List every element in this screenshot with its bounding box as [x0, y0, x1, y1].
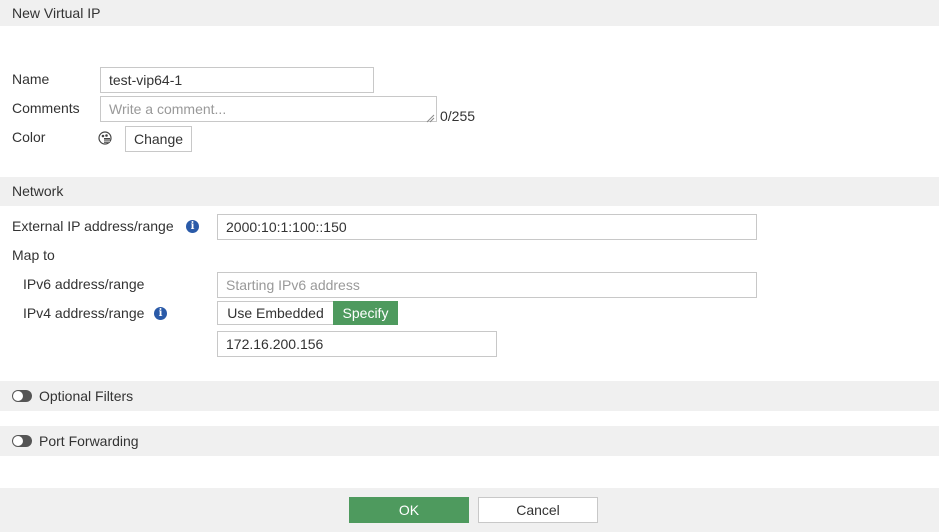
ipv6-label: IPv6 address/range — [23, 276, 145, 292]
use-embedded-option[interactable]: Use Embedded — [217, 301, 333, 325]
optional-filters-toggle[interactable] — [12, 390, 32, 402]
specify-option[interactable]: Specify — [333, 301, 398, 325]
dialog-title: New Virtual IP — [12, 5, 101, 21]
ipv4-input[interactable]: 172.16.200.156 — [217, 331, 497, 357]
comments-textarea[interactable]: Write a comment... — [100, 96, 437, 122]
port-forwarding-label: Port Forwarding — [39, 433, 139, 449]
palette-icon — [98, 131, 112, 145]
info-icon[interactable]: i — [186, 220, 199, 233]
external-ip-label: External IP address/range — [12, 218, 174, 234]
cancel-button[interactable]: Cancel — [478, 497, 598, 523]
optional-filters-label: Optional Filters — [39, 388, 134, 404]
port-forwarding-toggle[interactable] — [12, 435, 32, 447]
name-input[interactable]: test-vip64-1 — [100, 67, 374, 93]
network-section-header: Network — [0, 177, 939, 206]
network-section-title: Network — [12, 183, 64, 199]
port-forwarding-section: Port Forwarding — [0, 426, 939, 456]
map-to-label: Map to — [12, 247, 55, 263]
info-icon[interactable]: i — [154, 307, 167, 320]
ok-button[interactable]: OK — [349, 497, 469, 523]
external-ip-input[interactable]: 2000:10:1:100::150 — [217, 214, 757, 240]
name-label: Name — [12, 71, 50, 87]
dialog-footer — [0, 488, 939, 532]
optional-filters-section: Optional Filters — [0, 381, 939, 411]
color-label: Color — [12, 129, 46, 145]
comments-counter: 0/255 — [440, 108, 476, 124]
comments-label: Comments — [12, 100, 80, 116]
ipv4-label: IPv4 address/range — [23, 305, 145, 321]
textarea-resize-handle[interactable] — [425, 110, 435, 123]
dialog-title-bar: New Virtual IP — [0, 0, 939, 26]
ipv6-input[interactable]: Starting IPv6 address — [217, 272, 757, 298]
color-change-button[interactable]: Change — [125, 126, 192, 152]
